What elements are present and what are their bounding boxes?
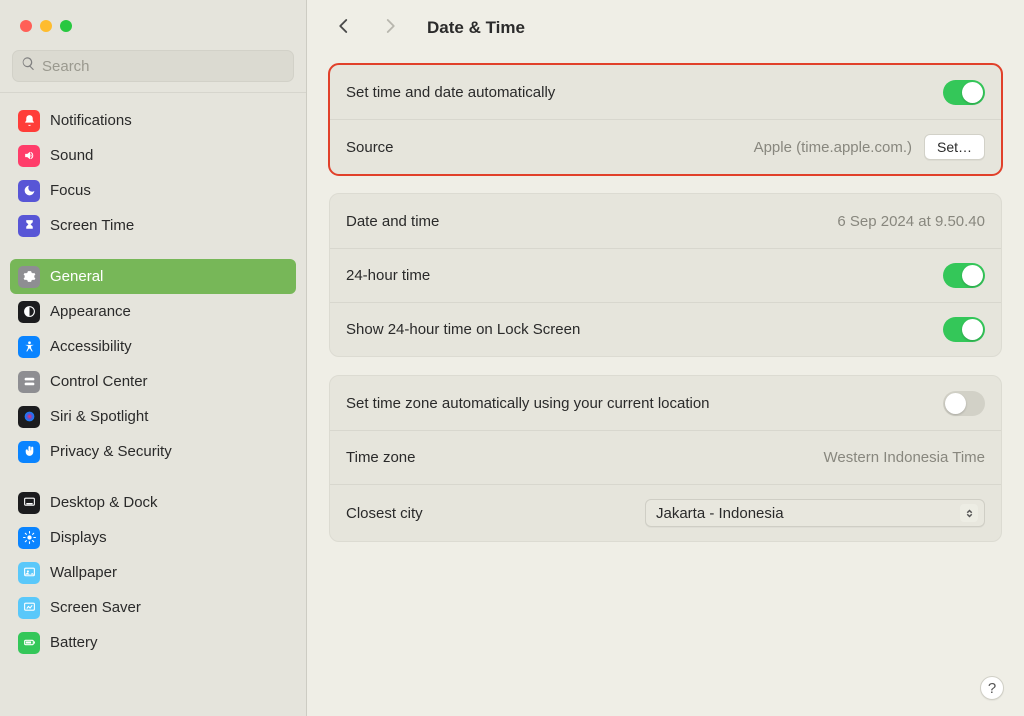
forward-button[interactable] [381,17,399,40]
siri-icon [18,406,40,428]
sidebar-item-screen-time[interactable]: Screen Time [10,208,296,243]
gear-icon [18,266,40,288]
sidebar-item-focus[interactable]: Focus [10,173,296,208]
sidebar-item-wallpaper[interactable]: Wallpaper [10,555,296,590]
sidebar-item-label: Accessibility [50,338,132,355]
appearance-icon [18,301,40,323]
sidebar-item-label: Screen Saver [50,599,141,616]
sidebar-item-privacy-security[interactable]: Privacy & Security [10,434,296,469]
search-input[interactable] [42,58,285,75]
source-value: Apple (time.apple.com.) [754,139,912,156]
sidebar-item-control-center[interactable]: Control Center [10,364,296,399]
search-icon [21,56,36,76]
sidebar-item-label: Control Center [50,373,148,390]
content: Set time and date automatically Source A… [307,56,1024,574]
minimize-window-button[interactable] [40,20,52,32]
sidebar-item-label: Wallpaper [50,564,117,581]
search-field[interactable] [12,50,294,82]
sidebar-item-notifications[interactable]: Notifications [10,103,296,138]
row-auto-tz: Set time zone automatically using your c… [330,376,1001,430]
sidebar-item-label: Privacy & Security [50,443,172,460]
wallpaper-icon [18,562,40,584]
nav-arrows [335,17,399,40]
panel-timezone: Set time zone automatically using your c… [329,375,1002,542]
panel-datetime: Date and time 6 Sep 2024 at 9.50.40 24-h… [329,193,1002,357]
tz-value: Western Indonesia Time [824,449,985,466]
sidebar-item-label: Screen Time [50,217,134,234]
sidebar-item-general[interactable]: General [10,259,296,294]
row-datetime: Date and time 6 Sep 2024 at 9.50.40 [330,194,1001,248]
sidebar-item-label: Notifications [50,112,132,129]
sidebar-item-appearance[interactable]: Appearance [10,294,296,329]
sun-icon [18,527,40,549]
page-title: Date & Time [427,18,525,38]
sidebar-item-label: Siri & Spotlight [50,408,148,425]
sidebar-item-desktop-dock[interactable]: Desktop & Dock [10,485,296,520]
sidebar-item-screen-saver[interactable]: Screen Saver [10,590,296,625]
row-auto-time: Set time and date automatically [330,65,1001,119]
sidebar-item-label: General [50,268,103,285]
hour24-label: 24-hour time [346,267,430,284]
lock24-label: Show 24-hour time on Lock Screen [346,321,580,338]
dock-icon [18,492,40,514]
sidebar-item-label: Sound [50,147,93,164]
hand-icon [18,441,40,463]
sidebar-item-label: Battery [50,634,98,651]
sidebar: Notifications Sound Focus Screen Time Genera… [0,0,307,716]
sidebar-item-sound[interactable]: Sound [10,138,296,173]
header: Date & Time [307,0,1024,56]
window-controls [0,0,306,50]
auto-time-toggle[interactable] [943,80,985,105]
auto-time-label: Set time and date automatically [346,84,555,101]
set-source-button[interactable]: Set… [924,134,985,160]
closest-city-value: Jakarta - Indonesia [656,505,784,522]
datetime-value: 6 Sep 2024 at 9.50.40 [837,213,985,230]
row-24hour: 24-hour time [330,248,1001,302]
hour24-toggle[interactable] [943,263,985,288]
sidebar-item-battery[interactable]: Battery [10,625,296,660]
zoom-window-button[interactable] [60,20,72,32]
sidebar-item-siri-spotlight[interactable]: Siri & Spotlight [10,399,296,434]
city-label: Closest city [346,505,423,522]
auto-tz-label: Set time zone automatically using your c… [346,395,710,412]
settings-window: Notifications Sound Focus Screen Time Genera… [0,0,1024,716]
row-timezone: Time zone Western Indonesia Time [330,430,1001,484]
sidebar-item-label: Appearance [50,303,131,320]
chevron-up-down-icon [960,504,978,522]
sidebar-item-label: Displays [50,529,107,546]
row-closest-city: Closest city Jakarta - Indonesia [330,484,1001,541]
sidebar-item-accessibility[interactable]: Accessibility [10,329,296,364]
close-window-button[interactable] [20,20,32,32]
switches-icon [18,371,40,393]
bell-icon [18,110,40,132]
help-button[interactable]: ? [980,676,1004,700]
row-lock24: Show 24-hour time on Lock Screen [330,302,1001,356]
screensaver-icon [18,597,40,619]
hourglass-icon [18,215,40,237]
speaker-icon [18,145,40,167]
main-pane: Date & Time Set time and date automatica… [307,0,1024,716]
battery-icon [18,632,40,654]
sidebar-item-displays[interactable]: Displays [10,520,296,555]
back-button[interactable] [335,17,353,40]
panel-auto-datetime: Set time and date automatically Source A… [329,64,1002,175]
sidebar-nav: Notifications Sound Focus Screen Time Genera… [0,92,306,716]
closest-city-dropdown[interactable]: Jakarta - Indonesia [645,499,985,527]
moon-icon [18,180,40,202]
sidebar-item-label: Focus [50,182,91,199]
source-label: Source [346,139,394,156]
sidebar-item-label: Desktop & Dock [50,494,158,511]
auto-tz-toggle[interactable] [943,391,985,416]
row-source: Source Apple (time.apple.com.) Set… [330,119,1001,174]
accessibility-icon [18,336,40,358]
tz-label: Time zone [346,449,415,466]
lock24-toggle[interactable] [943,317,985,342]
datetime-label: Date and time [346,213,439,230]
